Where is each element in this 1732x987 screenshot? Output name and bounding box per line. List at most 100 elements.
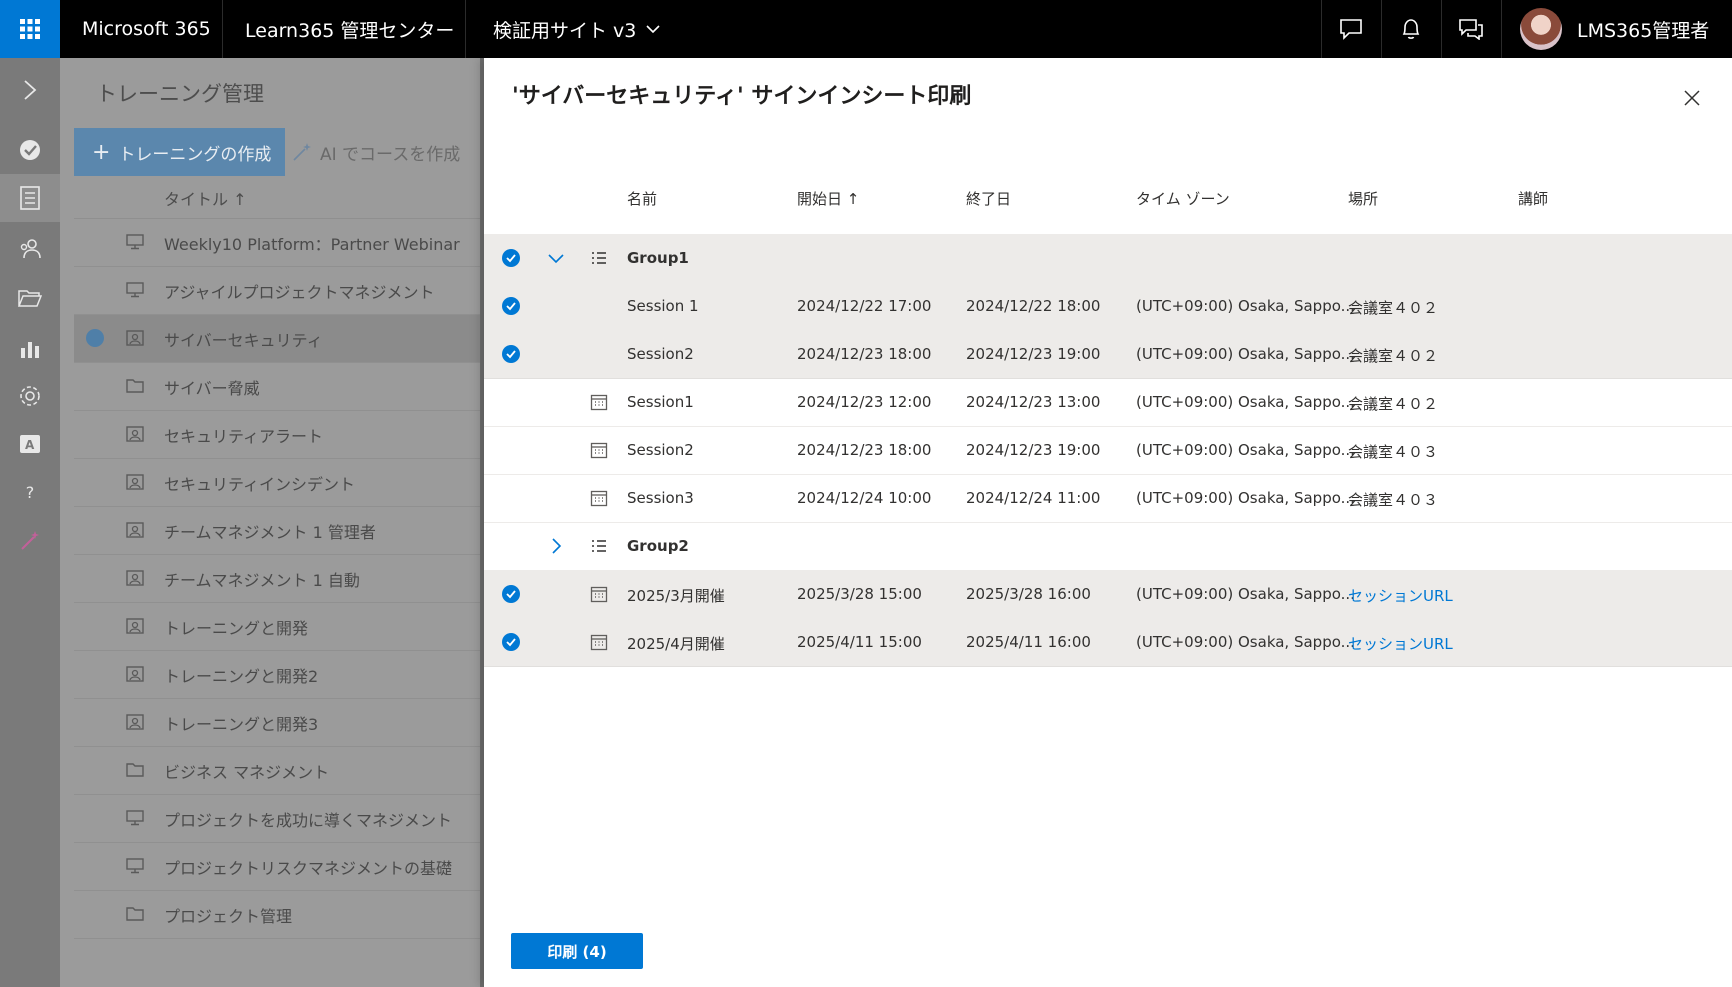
group-list-icon — [590, 249, 608, 267]
training-list-item[interactable]: プロジェクトを成功に導くマネジメント — [74, 795, 480, 843]
training-list-item[interactable]: チームマネジメント 1 自動 — [74, 555, 480, 603]
session-row[interactable]: 2025/3月開催 2025/3/28 15:00 2025/3/28 16:00 (… — [484, 570, 1732, 619]
training-list-item[interactable]: Weekly10 Platform：Partner Webinar — [74, 219, 480, 267]
feedback-icon[interactable] — [1442, 0, 1500, 58]
training-list-item[interactable]: ビジネス マネジメント — [74, 747, 480, 795]
cell-name: Session2 — [627, 345, 694, 363]
folder-icon — [126, 762, 144, 782]
column-header-timezone[interactable]: タイム ゾーン — [1136, 188, 1230, 209]
page-title: トレーニング管理 — [96, 82, 264, 106]
training-title: ビジネス マネジメント — [164, 762, 330, 782]
training-list-item[interactable]: チームマネジメント 1 管理者 — [74, 507, 480, 555]
cell-end: 2024/12/23 19:00 — [966, 441, 1101, 459]
row-checkbox[interactable] — [502, 249, 520, 267]
folder-icon[interactable] — [0, 274, 60, 322]
column-header-location[interactable]: 場所 — [1348, 188, 1378, 209]
row-checkbox[interactable] — [502, 585, 520, 603]
training-list-item[interactable]: サイバーセキュリティ — [74, 315, 480, 363]
app-launcher-icon[interactable] — [0, 0, 60, 58]
training-title: トレーニングと開発3 — [164, 714, 319, 734]
training-list-item[interactable]: トレーニングと開発2 — [74, 651, 480, 699]
classroom-icon — [126, 426, 144, 446]
avatar[interactable] — [1520, 8, 1562, 50]
user-name[interactable]: LMS365管理者 — [1577, 0, 1709, 58]
session-row[interactable]: Session2 2024/12/23 18:00 2024/12/23 19:00… — [484, 330, 1732, 379]
column-header-name[interactable]: 名前 — [627, 188, 657, 209]
divider — [465, 0, 466, 58]
row-checkbox[interactable] — [502, 345, 520, 363]
help-icon[interactable]: ? — [0, 468, 60, 516]
training-list-item[interactable]: サイバー脅威 — [74, 363, 480, 411]
session-url-link[interactable]: セッションURL — [1348, 585, 1453, 606]
top-bar: Microsoft 365 Learn365 管理センター 検証用サイト v3 … — [0, 0, 1732, 58]
chevron-down-icon[interactable] — [546, 248, 566, 268]
training-title: アジャイルプロジェクトマネジメント — [164, 282, 435, 302]
ai-create-course-button[interactable]: AI でコースを作成 — [292, 128, 460, 176]
cell-location: 会議室４０３ — [1348, 491, 1439, 509]
column-header-instructor[interactable]: 講師 — [1518, 188, 1548, 209]
training-management-icon[interactable] — [0, 174, 60, 222]
cell-location: 会議室４０２ — [1348, 395, 1439, 413]
training-list-item[interactable]: セキュリティインシデント — [74, 459, 480, 507]
session-url-link[interactable]: セッションURL — [1348, 633, 1453, 654]
classroom-icon — [126, 330, 144, 350]
training-title: トレーニングと開発2 — [164, 666, 319, 686]
close-button[interactable] — [1680, 86, 1704, 110]
training-list-item[interactable]: プロジェクト管理 — [74, 891, 480, 939]
cell-start: 2024/12/23 18:00 — [797, 345, 932, 363]
bell-icon[interactable] — [1382, 0, 1440, 58]
column-header-end[interactable]: 終了日 — [966, 188, 1011, 209]
training-title: サイバー脅威 — [164, 378, 260, 398]
expand-nav-icon[interactable] — [0, 66, 60, 114]
cell-name: Group2 — [627, 537, 689, 555]
folder-icon — [126, 378, 144, 398]
create-training-label: トレーニングの作成 — [118, 144, 272, 165]
group-row[interactable]: Group1 — [484, 234, 1732, 283]
cell-start: 2024/12/23 18:00 — [797, 441, 932, 459]
create-training-button[interactable]: + トレーニングの作成 — [74, 128, 285, 176]
print-button[interactable]: 印刷 (4) — [511, 933, 643, 969]
close-icon — [1684, 90, 1700, 106]
panel-title: 'サイバーセキュリティ' サインインシート印刷 — [512, 84, 972, 109]
training-list-item[interactable]: セキュリティアラート — [74, 411, 480, 459]
sign-in-sheet-panel: 'サイバーセキュリティ' サインインシート印刷 名前 開始日 ↑ 終了日 タイム… — [484, 58, 1732, 987]
admin-center-title[interactable]: Learn365 管理センター — [245, 0, 454, 58]
row-checkbox[interactable] — [502, 297, 520, 315]
users-icon[interactable] — [0, 224, 60, 272]
classroom-icon — [126, 570, 144, 590]
session-row[interactable]: Session1 2024/12/23 12:00 2024/12/23 13:00… — [484, 378, 1732, 427]
session-row[interactable]: Session2 2024/12/23 18:00 2024/12/23 19:00… — [484, 426, 1732, 475]
divider — [222, 0, 223, 58]
session-row[interactable]: Session 1 2024/12/22 17:00 2024/12/22 18:0… — [484, 282, 1732, 331]
reports-icon[interactable] — [0, 324, 60, 372]
settings-icon[interactable] — [0, 372, 60, 420]
training-title: セキュリティインシデント — [164, 474, 356, 494]
magic-wand-icon[interactable] — [0, 516, 60, 564]
cell-location: 会議室４０２ — [1348, 299, 1439, 317]
site-selector[interactable]: 検証用サイト v3 — [493, 0, 660, 58]
app-settings-icon[interactable]: A — [0, 420, 60, 468]
group-row[interactable]: Group2 — [484, 522, 1732, 571]
training-list-item[interactable]: プロジェクトリスクマネジメントの基礎 — [74, 843, 480, 891]
cell-timezone: (UTC+09:00) Osaka, Sappo... — [1136, 633, 1355, 651]
row-checkbox[interactable] — [86, 329, 104, 347]
app-name[interactable]: Microsoft 365 — [82, 0, 211, 58]
session-row[interactable]: Session3 2024/12/24 10:00 2024/12/24 11:00… — [484, 474, 1732, 523]
row-checkbox[interactable] — [502, 633, 520, 651]
cell-name: 2025/4月開催 — [627, 635, 725, 653]
column-header-start[interactable]: 開始日 ↑ — [797, 188, 859, 209]
cell-name: Group1 — [627, 249, 689, 267]
column-header-title[interactable]: タイトル ↑ — [74, 178, 480, 219]
training-management-page: トレーニング管理 + トレーニングの作成 AI でコースを作成 タイトル ↑ W… — [60, 58, 480, 987]
chat-icon[interactable] — [1322, 0, 1380, 58]
folder-icon — [126, 906, 144, 926]
calendar-icon — [590, 393, 608, 411]
training-list-item[interactable]: トレーニングと開発3 — [74, 699, 480, 747]
dashboard-icon[interactable] — [0, 126, 60, 174]
chevron-right-icon[interactable] — [546, 536, 566, 556]
svg-text:A: A — [25, 438, 35, 452]
session-row[interactable]: 2025/4月開催 2025/4/11 15:00 2025/4/11 16:00 (… — [484, 618, 1732, 667]
training-list-item[interactable]: トレーニングと開発 — [74, 603, 480, 651]
training-list-item[interactable]: アジャイルプロジェクトマネジメント — [74, 267, 480, 315]
site-selector-label: 検証用サイト v3 — [493, 19, 637, 42]
